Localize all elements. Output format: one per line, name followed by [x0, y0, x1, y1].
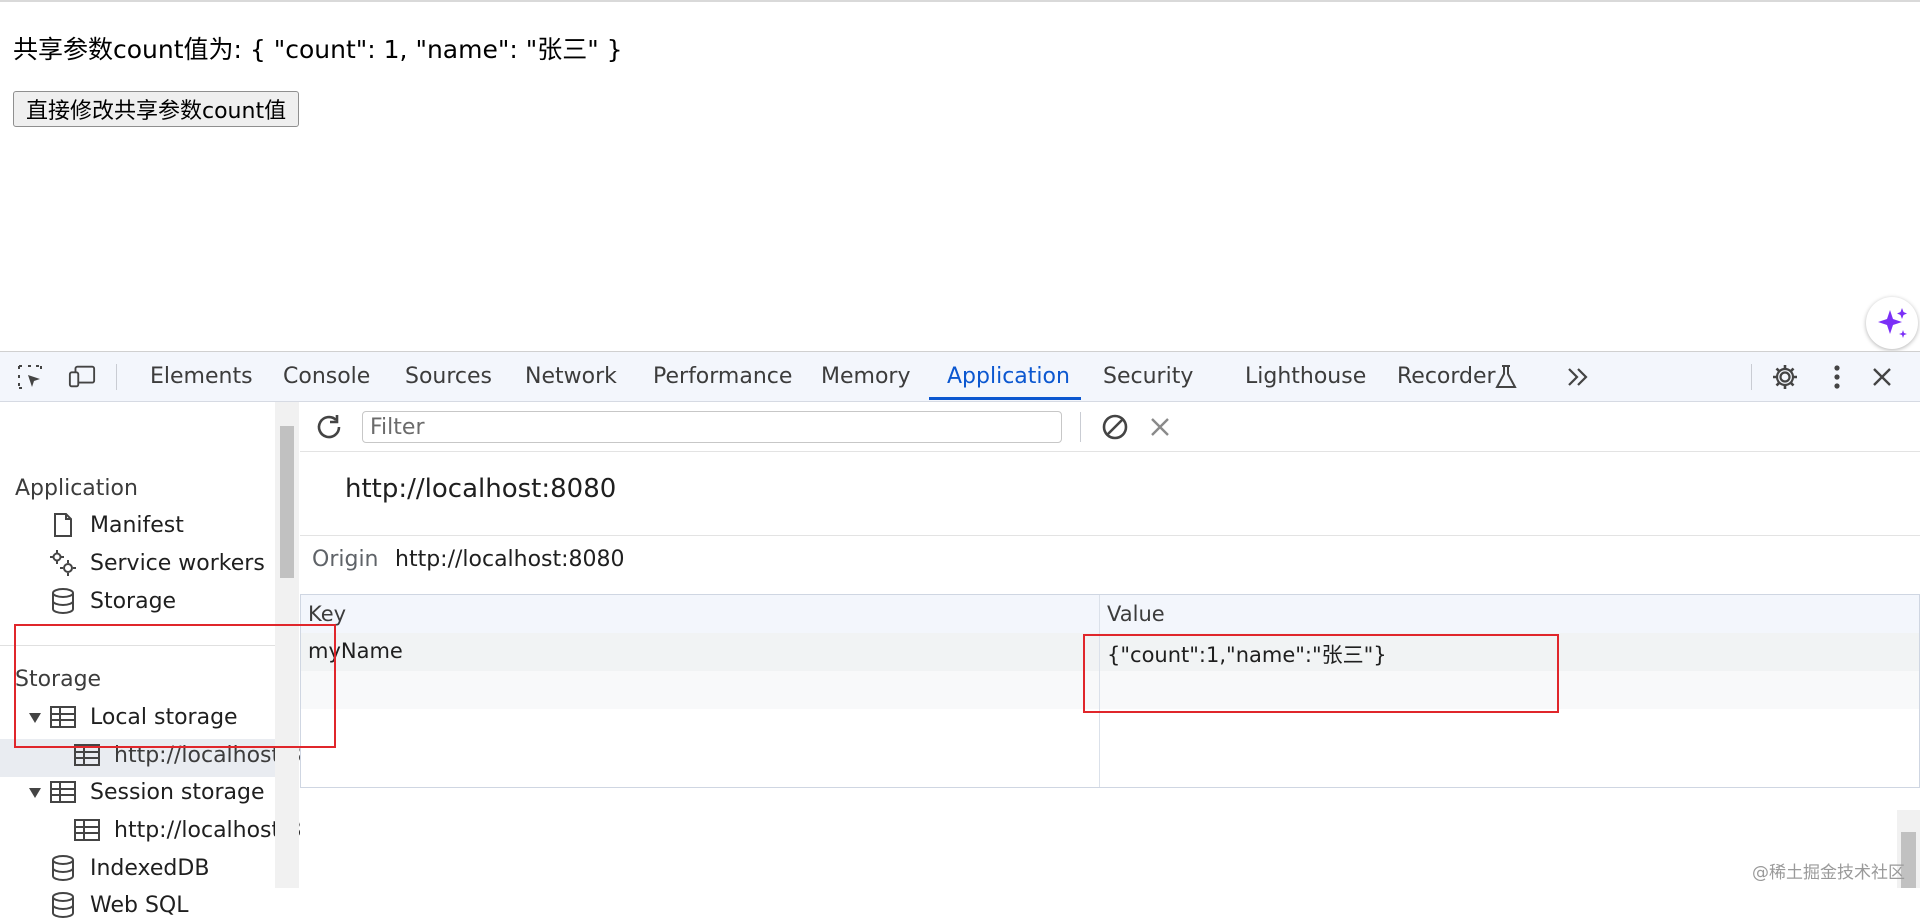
gears-icon: [48, 549, 78, 577]
devtools-tabbar: Elements Console Sources Network Perform…: [0, 352, 1920, 402]
origin-value: http://localhost:8080: [395, 547, 625, 572]
column-header-key[interactable]: Key: [308, 602, 346, 626]
tab-recorder[interactable]: Recorder: [1397, 352, 1496, 401]
sidebar-item-websql[interactable]: Web SQL: [48, 891, 189, 919]
clear-all-icon[interactable]: [1100, 412, 1130, 446]
table-header: Key Value: [301, 595, 1919, 634]
storage-toolbar: [300, 402, 1920, 452]
tab-network[interactable]: Network: [525, 352, 617, 401]
device-toolbar-icon[interactable]: [68, 364, 96, 390]
refresh-icon[interactable]: [314, 412, 344, 446]
table-icon: [48, 778, 78, 806]
origin-label: Origin: [312, 547, 379, 572]
modify-count-button[interactable]: 直接修改共享参数count值: [13, 91, 300, 127]
sidebar-item-manifest[interactable]: Manifest: [48, 511, 184, 539]
tab-sources[interactable]: Sources: [405, 352, 492, 401]
annotation-box-value: [1083, 634, 1559, 713]
sidebar-item-service-workers[interactable]: Service workers: [48, 549, 265, 577]
tabbar-separator: [116, 364, 117, 390]
sidebar-heading-application: Application: [15, 476, 138, 501]
sidebar-item-session-storage[interactable]: Session storage: [28, 778, 265, 806]
header-divider: [300, 535, 1920, 536]
flask-icon: [1492, 364, 1520, 390]
tab-performance[interactable]: Performance: [653, 352, 792, 401]
tab-console[interactable]: Console: [283, 352, 370, 401]
sidebar-item-indexeddb[interactable]: IndexedDB: [48, 854, 209, 882]
sidebar-item-label: Manifest: [90, 512, 184, 538]
more-tabs-chevron-icon[interactable]: [1564, 364, 1592, 390]
delete-selected-icon[interactable]: [1149, 416, 1171, 442]
more-options-kebab-icon[interactable]: [1823, 364, 1851, 390]
sidebar-scroll-thumb[interactable]: [280, 426, 294, 578]
tab-elements[interactable]: Elements: [150, 352, 253, 401]
shared-count-text: 共享参数count值为: { "count": 1, "name": "张三" …: [13, 35, 623, 64]
sidebar-item-label: Storage: [90, 588, 177, 614]
toolbar-separator: [1080, 412, 1081, 442]
storage-origin-title: http://localhost:8080: [345, 474, 617, 504]
filter-input[interactable]: [362, 411, 1062, 443]
tab-memory[interactable]: Memory: [821, 352, 910, 401]
sidebar-item-label: http://localhost:8: [114, 817, 302, 843]
tab-security[interactable]: Security: [1103, 352, 1193, 401]
sidebar-item-label: Session storage: [90, 779, 265, 805]
annotation-box-sidebar: [14, 624, 336, 748]
database-icon: [48, 587, 78, 615]
tabbar-separator-right: [1751, 364, 1752, 390]
inspect-element-icon[interactable]: [16, 364, 44, 390]
devtools-panel: Elements Console Sources Network Perform…: [0, 351, 1920, 919]
sparkle-icon: [1878, 308, 1907, 338]
column-header-value[interactable]: Value: [1107, 602, 1165, 626]
tab-lighthouse[interactable]: Lighthouse: [1245, 352, 1366, 401]
active-tab-indicator: [929, 397, 1081, 400]
sidebar-item-label: Service workers: [90, 550, 265, 576]
watermark: @稀土掘金技术社区: [1752, 863, 1905, 883]
settings-gear-icon[interactable]: [1771, 364, 1799, 390]
page-top-border: [0, 0, 1920, 2]
sidebar-item-label: Web SQL: [90, 892, 189, 918]
ai-assistant-button[interactable]: [1866, 297, 1918, 349]
expand-triangle-icon[interactable]: [28, 780, 48, 805]
close-devtools-icon[interactable]: [1868, 364, 1896, 390]
sidebar-item-session-storage-origin[interactable]: http://localhost:8: [72, 816, 302, 844]
document-icon: [48, 511, 78, 539]
sidebar-item-label: IndexedDB: [90, 855, 210, 881]
sidebar-item-storage[interactable]: Storage: [48, 587, 176, 615]
tab-application[interactable]: Application: [947, 352, 1070, 401]
database-icon: [48, 854, 78, 882]
table-icon: [72, 816, 102, 844]
database-icon: [48, 891, 78, 919]
